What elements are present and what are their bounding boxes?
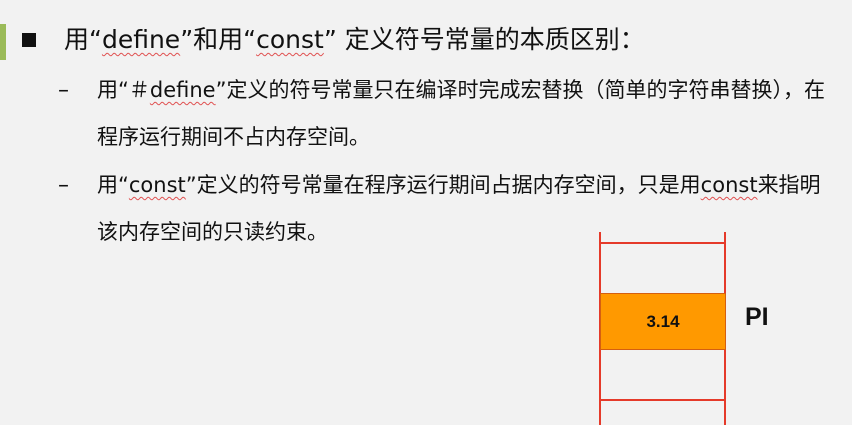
spellcheck-word: define: [101, 25, 181, 54]
memory-cell-name: PI: [745, 303, 769, 331]
define-explanation: 用“＃define”定义的符号常量只在编译时完成宏替换（简单的字符串替换），在程…: [97, 78, 825, 149]
memory-divider: [599, 399, 726, 401]
square-bullet-icon: [22, 33, 36, 47]
accent-bar: [0, 24, 6, 60]
spellcheck-word: const: [700, 173, 758, 197]
spellcheck-word: const: [128, 173, 186, 197]
memory-cell-value: 3.14: [600, 293, 726, 350]
dash-bullet-icon: –: [58, 78, 69, 103]
spellcheck-word: const: [256, 25, 324, 54]
dash-bullet-icon: –: [58, 173, 69, 198]
spellcheck-word: define: [149, 78, 216, 102]
slide-heading: 用“define”和用“const” 定义符号常量的本质区别：: [64, 25, 645, 54]
memory-divider: [599, 242, 726, 244]
const-explanation: 用“const”定义的符号常量在程序运行期间占据内存空间，只是用const来指明…: [97, 173, 821, 244]
